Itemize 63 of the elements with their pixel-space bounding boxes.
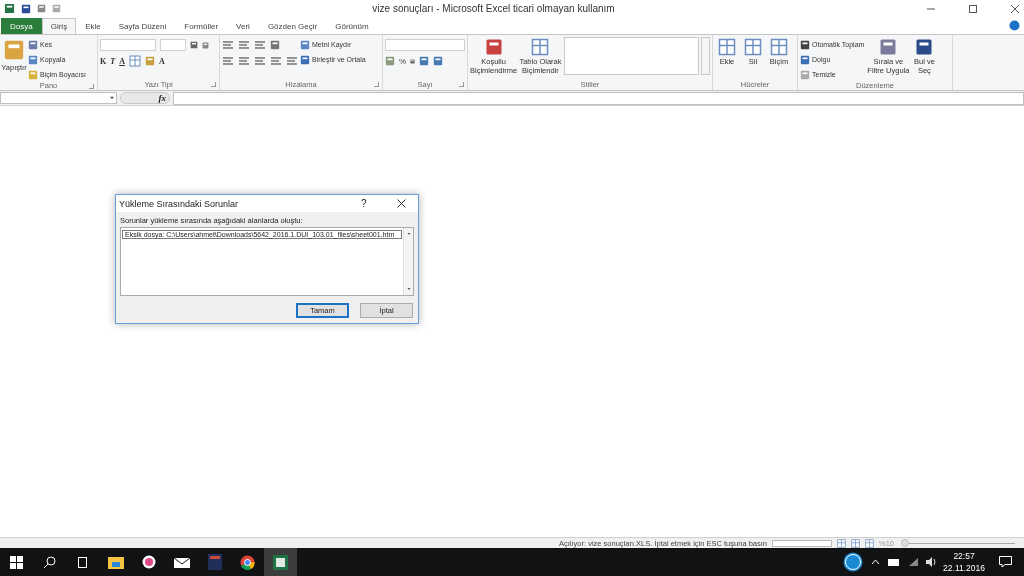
- clock-time: 22:57: [953, 551, 975, 561]
- search-icon: [43, 555, 56, 569]
- maximize-icon[interactable]: [968, 3, 978, 14]
- windows-icon: [10, 555, 23, 569]
- envelope-icon: [173, 556, 190, 568]
- task-view-icon: [76, 555, 89, 569]
- caret-icon: [108, 94, 116, 102]
- zoom-thumb[interactable]: [901, 538, 909, 547]
- ribbon-tab[interactable]: Giriş: [41, 18, 77, 34]
- browser-icon: [240, 554, 255, 570]
- font-name-field[interactable]: [100, 39, 156, 51]
- ribbon-tab[interactable]: Görünüm: [326, 18, 378, 34]
- italic-button[interactable]: T: [110, 56, 116, 66]
- launcher-icon[interactable]: [459, 82, 464, 87]
- insert-function-button[interactable]: fx: [158, 93, 166, 103]
- align-bottom-icon: [254, 39, 266, 51]
- align-left-icon: [222, 55, 234, 67]
- dialog-title: Yükleme Sırasındaki Sorunlar: [119, 198, 240, 209]
- speaker-icon[interactable]: [925, 557, 938, 567]
- ribbon-tab[interactable]: Sayfa Düzeni: [109, 18, 176, 34]
- page-break-icon: [865, 538, 874, 548]
- number-format-field[interactable]: [385, 39, 465, 51]
- font-size-field[interactable]: [160, 39, 186, 51]
- window-title: vize sonuçları - Microsoft Excel ticari olmayan kullanım: [371, 3, 616, 14]
- launcher-icon[interactable]: [89, 84, 94, 89]
- font-color-button[interactable]: A: [158, 56, 165, 66]
- align-top-icon: [222, 39, 234, 51]
- ribbon-tab[interactable]: Veri: [227, 18, 259, 34]
- launcher-icon[interactable]: [211, 82, 216, 87]
- spreadsheet-icon: [273, 554, 288, 570]
- clock[interactable]: 22:57 22.11.2016: [943, 551, 985, 573]
- page-layout-icon: [851, 538, 860, 548]
- wifi-icon[interactable]: [908, 557, 920, 567]
- help-button[interactable]: ?: [361, 198, 397, 209]
- launcher-icon[interactable]: [374, 82, 379, 87]
- ribbon-tab[interactable]: Dosya: [1, 18, 42, 34]
- taskbar-app[interactable]: [264, 548, 297, 576]
- scrollbar[interactable]: [403, 228, 413, 295]
- align-middle-icon: [238, 39, 250, 51]
- chevron-down-icon: [405, 286, 412, 292]
- folder-icon: [107, 555, 124, 569]
- book-icon: [207, 554, 222, 570]
- align-center-icon: [238, 55, 250, 67]
- close-icon[interactable]: [1010, 3, 1020, 14]
- clock-date: 22.11.2016: [943, 563, 985, 573]
- chevron-up-icon: [405, 231, 412, 237]
- notification-icon[interactable]: [999, 556, 1012, 568]
- ribbon-tab[interactable]: Ekle: [76, 18, 110, 34]
- scrollbar[interactable]: [700, 37, 710, 75]
- percent-button[interactable]: %: [399, 56, 407, 66]
- ribbon-tab[interactable]: Formüller: [175, 18, 228, 34]
- battery-icon[interactable]: [888, 558, 901, 566]
- formula-field[interactable]: [173, 91, 1024, 105]
- close-icon[interactable]: [397, 199, 406, 208]
- ribbon-tab[interactable]: Gözden Geçir: [258, 18, 327, 34]
- chevron-up-icon[interactable]: [871, 557, 881, 567]
- indent-icon: [270, 55, 282, 67]
- underline-button[interactable]: A: [119, 56, 125, 66]
- outdent-icon: [286, 55, 298, 67]
- normal-view-icon: [837, 538, 846, 548]
- bold-button[interactable]: K: [100, 56, 107, 66]
- border-icon: [128, 55, 141, 67]
- align-right-icon: [254, 55, 266, 67]
